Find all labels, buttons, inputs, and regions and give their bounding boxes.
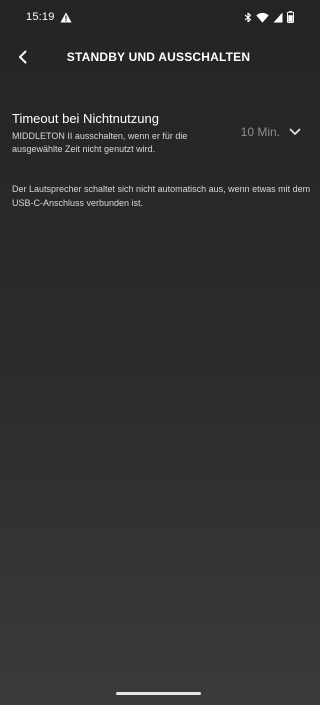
- signal-icon: [273, 12, 283, 22]
- timeout-setting-row[interactable]: Timeout bei Nichtnutzung MIDDLETON II au…: [12, 108, 307, 160]
- bluetooth-icon: [244, 12, 252, 22]
- status-bar: 15:19: [0, 0, 317, 34]
- setting-title: Timeout bei Nichtnutzung: [12, 111, 159, 126]
- status-icons: [244, 11, 294, 23]
- page-title: STANDBY UND AUSSCHALTEN: [66, 50, 251, 64]
- alert-icon: [60, 12, 72, 23]
- battery-icon: [287, 11, 294, 23]
- app-header: STANDBY UND AUSSCHALTEN: [0, 44, 317, 70]
- timeout-value: 10 Min.: [240, 125, 280, 139]
- wifi-icon: [256, 12, 269, 23]
- timeout-dropdown[interactable]: 10 Min.: [241, 125, 301, 139]
- gesture-navigation-bar[interactable]: [116, 692, 201, 695]
- status-time: 15:19: [26, 11, 55, 23]
- chevron-down-icon: [289, 128, 301, 135]
- setting-description: MIDDLETON II ausschalten, wenn er für di…: [12, 131, 188, 154]
- usb-info-note: Der Lautsprecher schaltet sich nicht aut…: [12, 184, 311, 208]
